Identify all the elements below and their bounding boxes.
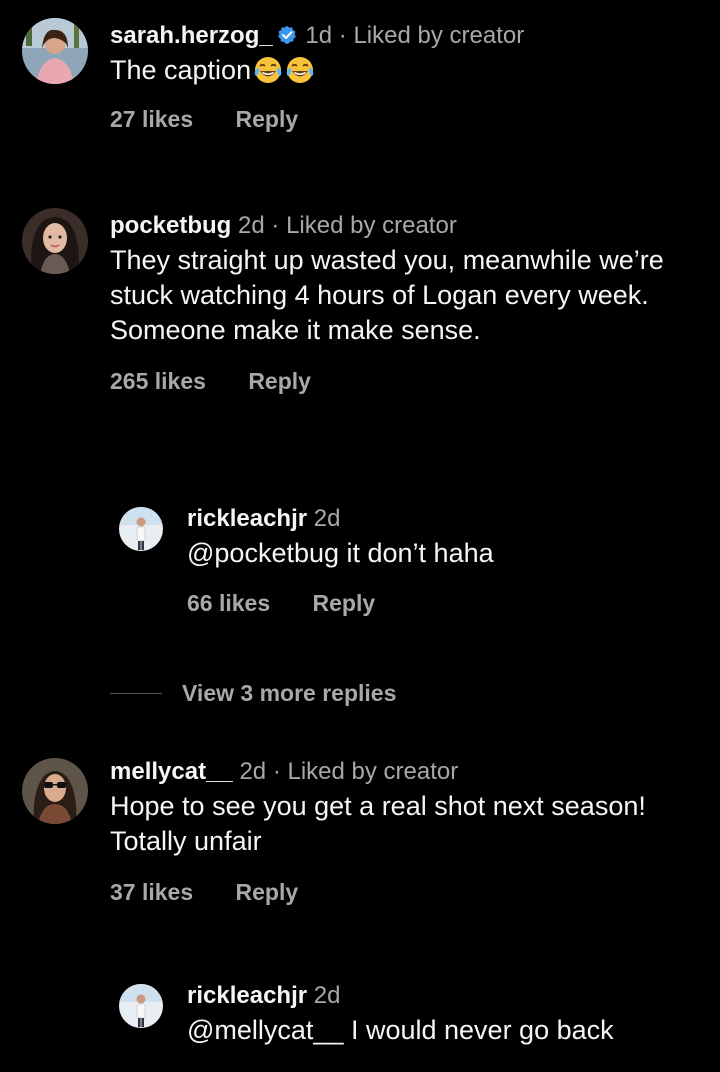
avatar[interactable] bbox=[119, 507, 163, 551]
face-with-tears-of-joy-icon bbox=[285, 55, 315, 85]
separator: · bbox=[272, 758, 281, 785]
comment-actions: 66 likes Reply bbox=[187, 590, 700, 617]
face-with-tears-of-joy-icon bbox=[253, 55, 283, 85]
comment-header: rickleachjr 2d bbox=[187, 982, 700, 1010]
comment-time: 1d bbox=[305, 22, 333, 49]
username[interactable]: mellycat__ bbox=[110, 758, 233, 785]
username[interactable]: rickleachjr bbox=[187, 505, 307, 532]
reply-button[interactable]: Reply bbox=[236, 106, 299, 133]
username[interactable]: pocketbug bbox=[110, 212, 231, 239]
comment-header: rickleachjr 2d bbox=[187, 505, 700, 533]
liked-by-creator-label: Liked by creator bbox=[353, 22, 525, 49]
verified-badge-icon bbox=[277, 24, 297, 44]
liked-by-creator-label: Liked by creator bbox=[286, 212, 457, 239]
reply-button[interactable]: Reply bbox=[313, 590, 376, 617]
likes-count[interactable]: 27 likes bbox=[110, 106, 193, 133]
comment-item: sarah.herzog_ 1d · Liked by creator The … bbox=[0, 18, 720, 168]
comment-item: mellycat__ 2d · Liked by creator Hope to… bbox=[0, 758, 720, 928]
separator: · bbox=[338, 22, 347, 49]
comment-time: 2d bbox=[238, 212, 265, 239]
comment-text: @mellycat__ I would never go back bbox=[187, 1015, 614, 1045]
avatar[interactable] bbox=[22, 758, 88, 824]
username[interactable]: sarah.herzog_ bbox=[110, 22, 273, 49]
reply-item: rickleachjr 2d @pocketbug it don’t haha … bbox=[0, 505, 720, 635]
divider bbox=[110, 692, 162, 694]
comment-item: pocketbug 2d · Liked by creator They str… bbox=[0, 208, 720, 448]
likes-count[interactable]: 37 likes bbox=[110, 879, 193, 906]
comment-text: They straight up wasted you, meanwhile w… bbox=[110, 245, 664, 345]
comment-actions: 265 likes Reply bbox=[110, 368, 700, 395]
comment-text: The caption bbox=[110, 53, 700, 88]
separator: · bbox=[271, 212, 280, 239]
view-more-replies-label[interactable]: View 3 more replies bbox=[182, 680, 396, 707]
comment-text: Hope to see you get a real shot next sea… bbox=[110, 791, 646, 856]
likes-count[interactable]: 265 likes bbox=[110, 368, 206, 395]
liked-by-creator-label: Liked by creator bbox=[287, 758, 459, 785]
reply-button[interactable]: Reply bbox=[236, 879, 299, 906]
username[interactable]: rickleachjr bbox=[187, 982, 307, 1009]
avatar[interactable] bbox=[22, 18, 88, 84]
comment-header: mellycat__ 2d · Liked by creator bbox=[110, 758, 700, 786]
comment-actions: 37 likes Reply bbox=[110, 879, 700, 906]
view-more-replies[interactable]: View 3 more replies bbox=[110, 678, 396, 708]
comment-time: 2d bbox=[239, 758, 267, 785]
likes-count[interactable]: 66 likes bbox=[187, 590, 270, 617]
comment-text: @pocketbug it don’t haha bbox=[187, 538, 494, 568]
comment-time: 2d bbox=[313, 505, 341, 532]
comment-text-content: The caption bbox=[110, 55, 252, 85]
comment-header: pocketbug 2d · Liked by creator bbox=[110, 212, 700, 240]
reply-item: rickleachjr 2d @mellycat__ I would never… bbox=[0, 982, 720, 1072]
avatar[interactable] bbox=[119, 984, 163, 1028]
reply-button[interactable]: Reply bbox=[248, 368, 311, 395]
avatar[interactable] bbox=[22, 208, 88, 274]
comment-time: 2d bbox=[313, 982, 341, 1009]
comment-actions: 27 likes Reply bbox=[110, 106, 700, 133]
comment-header: sarah.herzog_ 1d · Liked by creator bbox=[110, 22, 700, 50]
